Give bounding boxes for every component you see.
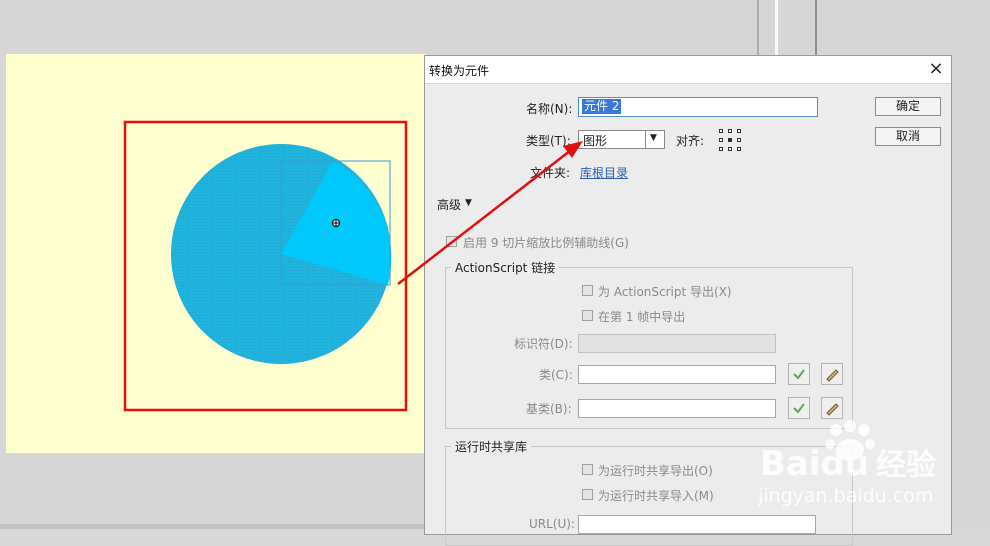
baidu-jingyan-watermark: Baidu 经验 jingyan.baidu.com <box>758 420 936 507</box>
red-arrow-icon <box>397 141 583 285</box>
watermark-url: jingyan.baidu.com <box>758 485 933 507</box>
watermark-brand-cn: 经验 <box>876 448 936 483</box>
watermark-brand: Baidu <box>760 444 869 484</box>
